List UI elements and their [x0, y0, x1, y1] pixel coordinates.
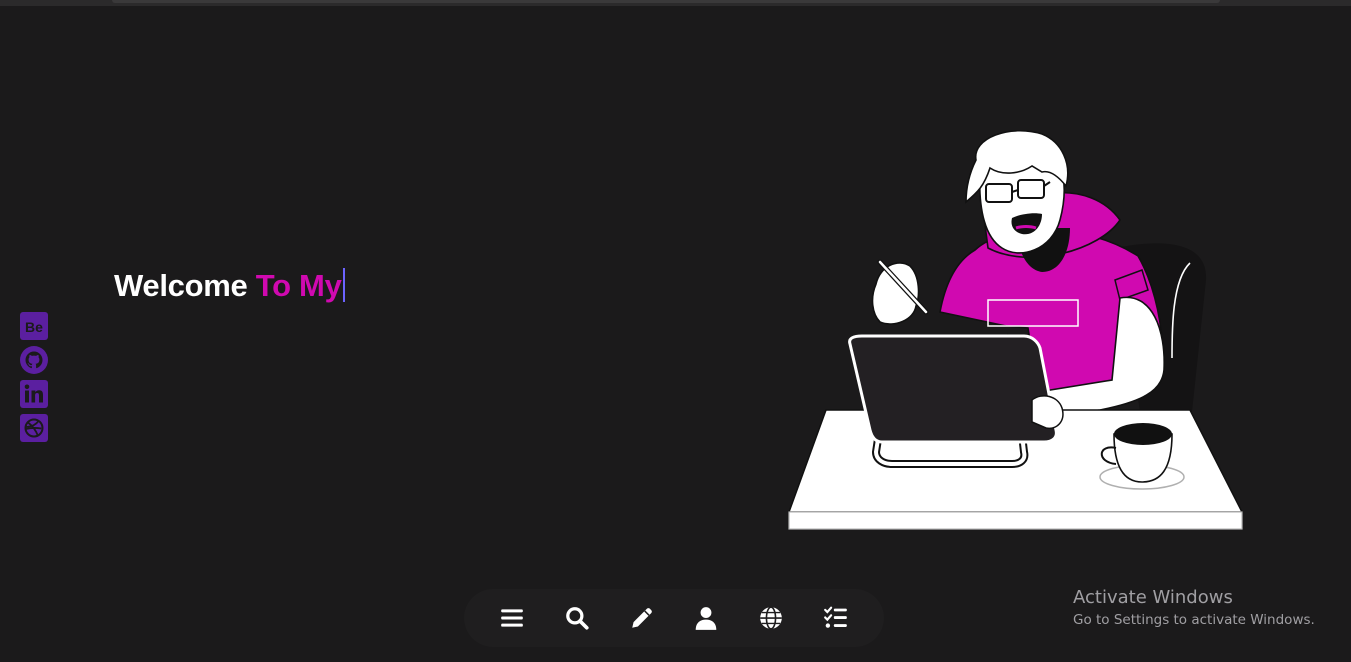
hero-title: Welcome To My [114, 268, 345, 304]
search-icon [566, 607, 589, 630]
top-scroll-bar [112, 0, 1220, 3]
svg-text:Be: Be [25, 319, 43, 335]
social-links: Be [20, 312, 48, 442]
watermark-title: Activate Windows [1073, 587, 1233, 608]
watermark-subtitle: Go to Settings to activate Windows. [1073, 612, 1315, 628]
menu-icon [501, 609, 524, 627]
user-icon [696, 607, 717, 630]
dribbble-link[interactable] [20, 414, 48, 442]
pencil-icon [631, 608, 652, 628]
behance-link[interactable]: Be [20, 312, 48, 340]
checklist-icon [823, 606, 847, 628]
dock-profile-button[interactable] [685, 597, 727, 639]
github-link[interactable] [20, 346, 48, 374]
hero-title-accent: To My [255, 268, 342, 303]
hero-title-plain: Welcome [114, 268, 248, 303]
linkedin-icon [20, 380, 48, 408]
browser-top-strip [0, 0, 1351, 6]
behance-icon: Be [20, 312, 48, 340]
dock-menu-button[interactable] [491, 597, 533, 639]
bottom-dock-nav [464, 589, 884, 647]
github-icon [20, 346, 48, 374]
dribbble-icon [20, 414, 48, 442]
activate-windows-watermark: Activate Windows Go to Settings to activ… [1073, 587, 1315, 629]
typing-caret [342, 268, 345, 302]
linkedin-link[interactable] [20, 380, 48, 408]
dock-tasks-button[interactable] [815, 597, 857, 639]
dock-search-button[interactable] [556, 597, 598, 639]
dock-web-button[interactable] [750, 597, 792, 639]
dock-edit-button[interactable] [621, 597, 663, 639]
page: Welcome To My Be Activate Windows Go to … [0, 0, 1351, 662]
developer-at-desk-illustration [787, 130, 1244, 530]
globe-icon [760, 606, 782, 630]
